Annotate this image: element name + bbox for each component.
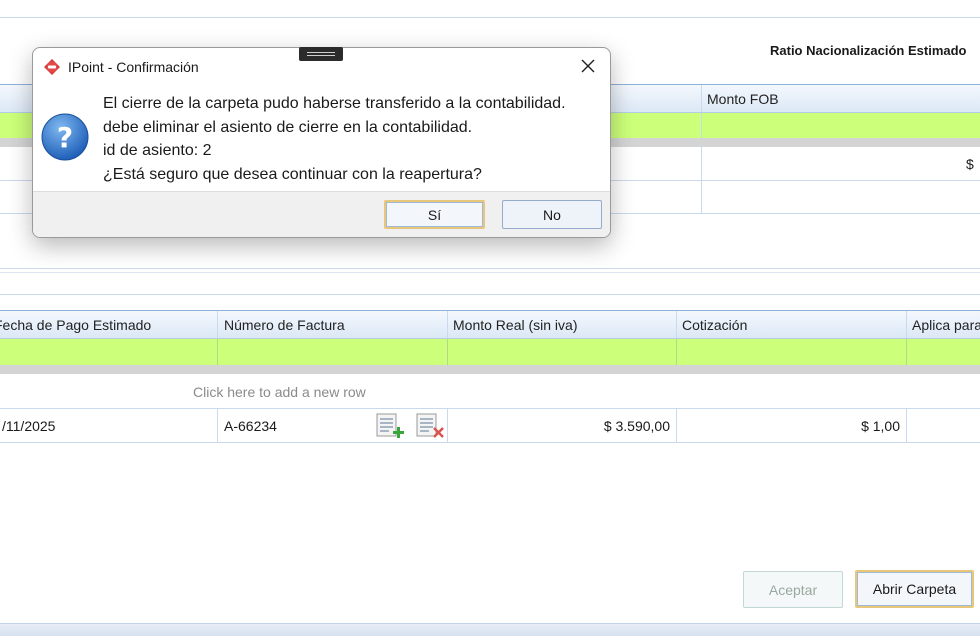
cotizacion-cell[interactable]: $ 1,00 — [682, 418, 900, 434]
sale-tag-icon — [43, 58, 61, 76]
abrir-carpeta-button[interactable]: Abrir Carpeta — [855, 570, 974, 608]
top-border-line — [0, 17, 980, 18]
drag-handle[interactable] — [299, 47, 343, 61]
dialog-message-line: debe eliminar el asiento de cierre en la… — [103, 118, 473, 136]
monto-fob-value: $ — [966, 156, 974, 172]
section-divider — [0, 268, 980, 269]
fecha-pago-cell[interactable]: /11/2025 — [2, 418, 55, 434]
column-separator — [701, 147, 702, 180]
new-row-placeholder[interactable]: Click here to add a new row — [0, 374, 980, 409]
column-header-numero-factura[interactable]: Número de Factura — [224, 317, 345, 333]
payments-grid-filter-row[interactable] — [0, 339, 980, 365]
column-separator — [906, 339, 907, 365]
yes-button[interactable]: Sí — [384, 200, 485, 229]
payments-grid-separator — [0, 365, 980, 374]
table-row[interactable]: /11/2025 A-66234 $ 3.590,00 $ 1,00 — [0, 409, 980, 443]
confirmation-dialog: IPoint - Confirmación ? El cierre de la … — [32, 47, 611, 238]
column-separator — [217, 311, 218, 338]
close-icon[interactable] — [578, 54, 598, 78]
column-separator — [906, 409, 907, 442]
svg-text:?: ? — [57, 121, 73, 154]
dialog-message-line: id de asiento: 2 — [103, 142, 212, 159]
delete-document-icon[interactable] — [416, 413, 446, 439]
column-separator — [447, 339, 448, 365]
column-separator — [217, 409, 218, 442]
column-separator — [906, 311, 907, 338]
column-header-monto-fob[interactable]: Monto FOB — [707, 91, 779, 107]
dialog-title: IPoint - Confirmación — [68, 59, 199, 75]
column-header-fecha-pago[interactable]: Fecha de Pago Estimado — [0, 317, 151, 333]
aceptar-button[interactable]: Aceptar — [743, 571, 843, 608]
add-new-row-text[interactable]: Click here to add a new row — [193, 384, 366, 400]
add-document-icon[interactable] — [376, 413, 406, 439]
ratio-nacionalizacion-label: Ratio Nacionalización Estimado — [770, 43, 967, 58]
no-button[interactable]: No — [502, 200, 602, 229]
payments-grid-header: Fecha de Pago Estimado Número de Factura… — [0, 310, 980, 339]
numero-factura-cell[interactable]: A-66234 — [224, 418, 277, 434]
dialog-message-line: El cierre de la carpeta pudo haberse tra… — [103, 95, 566, 112]
column-separator — [447, 311, 448, 338]
column-separator — [217, 339, 218, 365]
dialog-body: ? El cierre de la carpeta pudo haberse t… — [33, 85, 610, 191]
column-header-monto-real[interactable]: Monto Real (sin iva) — [453, 317, 578, 333]
dialog-footer: Sí No — [33, 191, 610, 237]
column-header-aplica-para[interactable]: Aplica para — [912, 317, 980, 333]
column-separator — [701, 181, 702, 213]
column-separator — [676, 409, 677, 442]
column-separator — [447, 409, 448, 442]
column-separator — [676, 339, 677, 365]
dialog-message: El cierre de la carpeta pudo haberse tra… — [103, 92, 566, 186]
dialog-message-line: ¿Está seguro que desea continuar con la … — [103, 165, 482, 183]
bottom-status-strip — [0, 623, 980, 636]
question-mark-icon: ? — [40, 112, 90, 162]
section-divider — [0, 294, 980, 295]
column-header-cotizacion[interactable]: Cotización — [682, 317, 747, 333]
column-separator — [701, 85, 702, 112]
section-divider — [0, 272, 980, 273]
column-separator — [701, 113, 702, 138]
column-separator — [676, 311, 677, 338]
monto-real-cell[interactable]: $ 3.590,00 — [453, 418, 670, 434]
